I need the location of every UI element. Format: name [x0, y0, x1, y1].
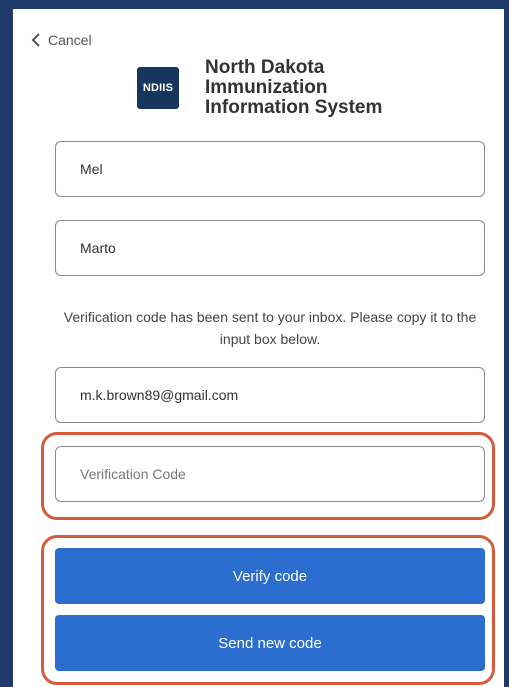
- brand-header: NDIIS North Dakota Immunization Informat…: [137, 58, 382, 118]
- verify-code-button[interactable]: Verify code: [55, 548, 485, 604]
- first-name-field[interactable]: [55, 141, 485, 197]
- cancel-link[interactable]: Cancel: [31, 32, 92, 48]
- last-name-input[interactable]: [80, 240, 484, 256]
- last-name-field[interactable]: [55, 220, 485, 276]
- first-name-input[interactable]: [80, 161, 484, 177]
- brand-title-line-1: North Dakota: [205, 57, 325, 78]
- verification-code-field[interactable]: [55, 446, 485, 502]
- brand-title: North Dakota Immunization Information Sy…: [205, 58, 382, 118]
- brand-title-line-3: Information System: [205, 97, 383, 118]
- verification-code-input[interactable]: [80, 466, 484, 482]
- ndiis-logo: NDIIS: [137, 67, 179, 109]
- cancel-label: Cancel: [48, 32, 92, 48]
- brand-title-line-2: Immunization: [205, 77, 328, 98]
- email-field[interactable]: [55, 367, 485, 423]
- send-new-code-button[interactable]: Send new code: [55, 615, 485, 671]
- verification-info-text: Verification code has been sent to your …: [63, 309, 477, 347]
- chevron-left-icon: [31, 33, 40, 47]
- email-input[interactable]: [80, 387, 484, 403]
